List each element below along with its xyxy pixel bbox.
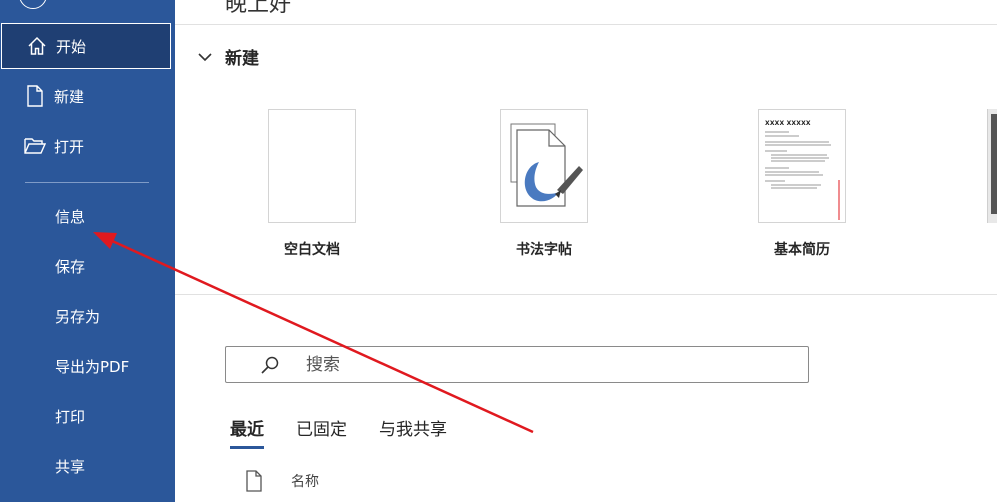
template-calligraphy[interactable]: 书法字帖 xyxy=(479,109,609,259)
tab-shared-with-me[interactable]: 与我共享 xyxy=(379,415,447,449)
sidebar-item-label: 开始 xyxy=(56,37,87,56)
sidebar-item-open[interactable]: 打开 xyxy=(0,122,175,170)
chevron-down-icon xyxy=(198,52,212,61)
back-button[interactable] xyxy=(19,0,47,9)
search-box[interactable] xyxy=(225,346,809,383)
file-list-header: 名称 xyxy=(245,470,319,492)
main-panel: 晚上好 新建 空白文档 书法字帖 XXXX XXXXX 基本简历 搜索 最近 已… xyxy=(175,0,997,502)
column-header-name[interactable]: 名称 xyxy=(291,471,319,491)
tab-recent[interactable]: 最近 xyxy=(230,415,264,449)
template-label: 书法字帖 xyxy=(516,242,572,258)
new-document-icon xyxy=(24,85,46,107)
calligraphy-brush-icon xyxy=(510,123,583,207)
greeting-heading: 晚上好 xyxy=(225,0,292,17)
new-section-toggle[interactable]: 新建 xyxy=(197,44,259,69)
sidebar-item-save-as[interactable]: 另存为 xyxy=(0,292,175,340)
template-label: 基本简历 xyxy=(774,242,830,258)
search-icon xyxy=(261,356,279,374)
template-thumbnail xyxy=(500,109,588,223)
template-thumbnail xyxy=(268,109,356,223)
sidebar-item-label: 新建 xyxy=(54,87,85,106)
sidebar-item-label: 保存 xyxy=(55,257,86,276)
template-blank-document[interactable]: 空白文档 xyxy=(247,109,377,259)
sidebar-item-home[interactable]: 开始 xyxy=(1,23,171,69)
sidebar-item-label: 共享 xyxy=(55,457,86,476)
sidebar-item-export-pdf[interactable]: 导出为PDF xyxy=(0,342,175,390)
sidebar-item-save[interactable]: 保存 xyxy=(0,242,175,290)
search-input[interactable] xyxy=(304,353,708,376)
template-next-partial[interactable] xyxy=(987,109,997,223)
section-title: 新建 xyxy=(225,49,259,69)
divider xyxy=(175,294,997,295)
sidebar-item-label: 打印 xyxy=(55,407,86,426)
sidebar-item-share[interactable]: 共享 xyxy=(0,442,175,490)
template-label: 空白文档 xyxy=(284,242,340,258)
template-basic-resume[interactable]: XXXX XXXXX 基本简历 xyxy=(737,109,867,259)
divider xyxy=(175,24,997,25)
template-thumbnail: XXXX XXXXX xyxy=(758,109,846,223)
sidebar-divider xyxy=(25,182,149,183)
sidebar-item-new[interactable]: 新建 xyxy=(0,72,175,120)
sidebar-item-print[interactable]: 打印 xyxy=(0,392,175,440)
sidebar-item-label: 信息 xyxy=(55,207,86,226)
sidebar-item-info[interactable]: 信息 xyxy=(0,192,175,240)
tab-pinned[interactable]: 已固定 xyxy=(296,415,347,449)
open-folder-icon xyxy=(24,135,46,157)
backstage-sidebar: 开始 新建 打开 信息 保存 另存为 导出为PDF 打印 共享 xyxy=(0,0,175,502)
home-icon xyxy=(26,35,48,57)
sidebar-item-label: 打开 xyxy=(54,137,85,156)
sidebar-item-label: 导出为PDF xyxy=(55,357,130,376)
sidebar-item-label: 另存为 xyxy=(55,307,101,326)
file-icon xyxy=(246,470,262,492)
file-tabs: 最近 已固定 与我共享 xyxy=(230,415,479,449)
resume-preview-lines xyxy=(765,131,840,220)
